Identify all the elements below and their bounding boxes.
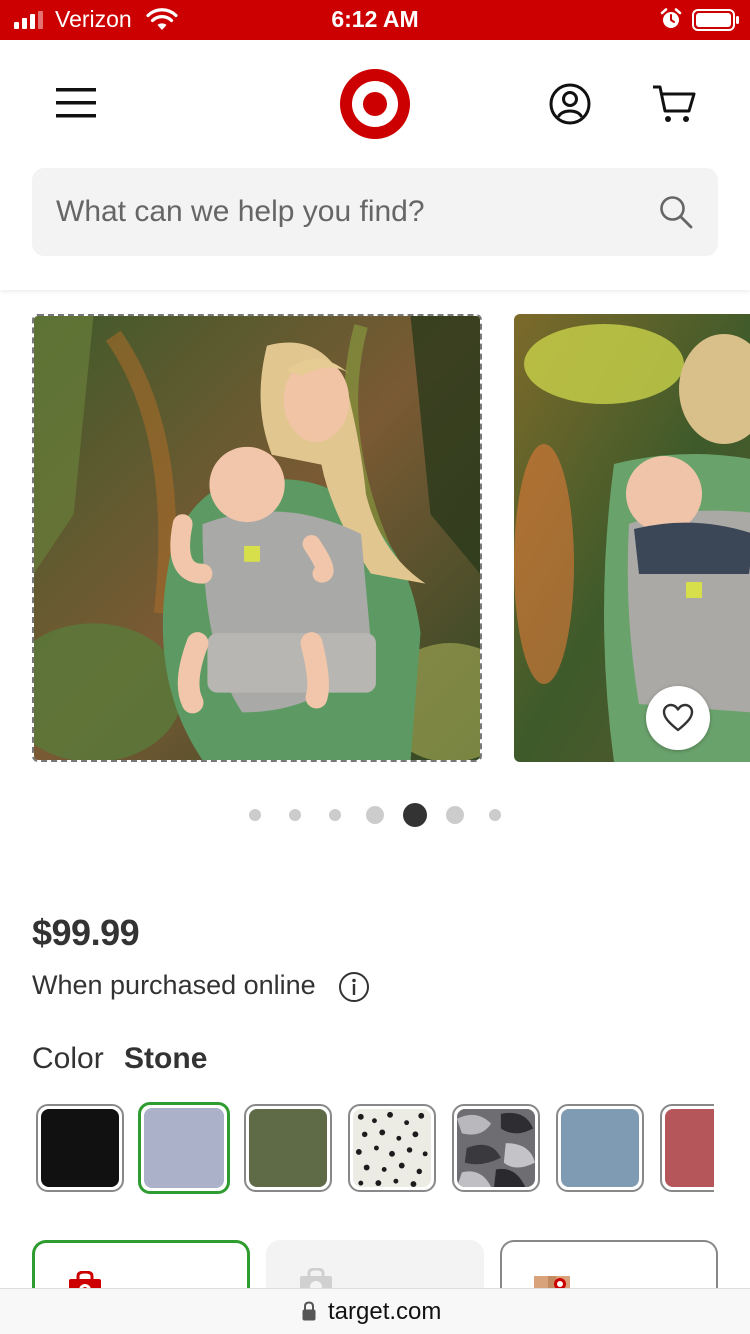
carousel-dot[interactable] (329, 809, 341, 821)
carousel-dot[interactable] (403, 803, 427, 827)
search-input[interactable] (56, 168, 656, 256)
camo-pattern (457, 1109, 535, 1187)
carousel-dot[interactable] (446, 806, 464, 824)
account-button[interactable] (548, 82, 592, 126)
price-note: When purchased online (32, 970, 316, 1000)
status-bar: Verizon 6:12 AM (0, 0, 750, 40)
carousel-dot[interactable] (366, 806, 384, 824)
swatch-camo[interactable] (452, 1104, 540, 1192)
product-image-main[interactable] (32, 314, 482, 762)
swatch-stone[interactable] (138, 1102, 230, 1194)
back-carry-photo (514, 314, 750, 762)
menu-button[interactable] (50, 80, 102, 126)
search-bar (32, 168, 718, 256)
product-image-carousel[interactable] (0, 290, 750, 840)
carousel-dots (0, 800, 750, 830)
target-logo[interactable] (339, 68, 411, 140)
product-price: $99.99 (32, 912, 140, 953)
info-icon[interactable] (338, 971, 370, 1003)
swatch-red[interactable] (660, 1104, 714, 1192)
browser-url-bar[interactable]: target.com (0, 1288, 750, 1334)
search-icon[interactable] (658, 194, 694, 230)
cart-icon (653, 85, 696, 122)
color-selector-label: Color Stone (32, 1042, 207, 1076)
swatch-olive[interactable] (244, 1104, 332, 1192)
leopard-pattern (353, 1109, 431, 1187)
carousel-dot[interactable] (289, 809, 301, 821)
heart-icon (662, 703, 694, 732)
site-header (0, 40, 750, 290)
account-icon (549, 83, 591, 125)
carousel-dot[interactable] (489, 809, 501, 821)
favorite-button[interactable] (646, 686, 710, 750)
clock-time: 6:12 AM (331, 6, 419, 32)
lock-icon (302, 1301, 316, 1321)
url-text: target.com (328, 1298, 442, 1325)
swatch-blue[interactable] (556, 1104, 644, 1192)
battery-icon (692, 9, 739, 31)
menu-icon (56, 88, 96, 118)
cart-button[interactable] (650, 82, 698, 126)
swatch-leopard[interactable] (348, 1104, 436, 1192)
alarm-icon (660, 8, 682, 28)
color-label: Color (32, 1042, 104, 1075)
product-image-next[interactable] (514, 314, 750, 762)
carousel-dot[interactable] (249, 809, 261, 821)
swatch-black[interactable] (36, 1104, 124, 1192)
woman-with-baby-carrier-photo (34, 316, 480, 760)
selected-color-name: Stone (124, 1042, 208, 1075)
color-swatches (32, 1100, 714, 1198)
